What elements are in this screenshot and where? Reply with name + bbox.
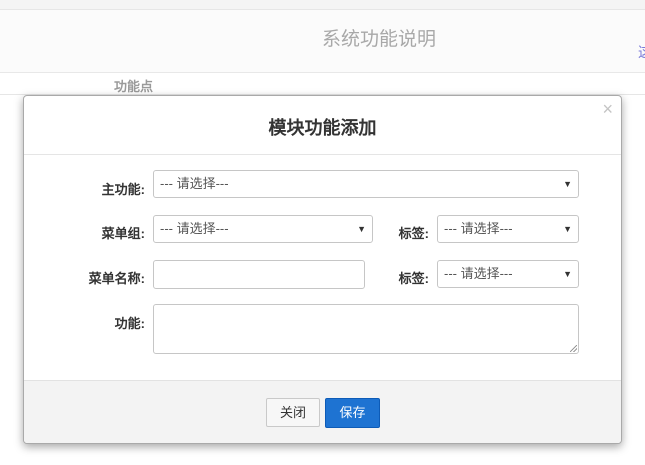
dialog-header: 模块功能添加 × <box>24 96 621 155</box>
tag-label: 标签: <box>398 226 429 241</box>
add-module-function-dialog: 模块功能添加 × 主功能: --- 请选择--- ▼ 菜单组: --- 请选择-… <box>23 95 622 444</box>
tag-select[interactable]: --- 请选择--- ▼ <box>437 215 579 243</box>
page-title: 系统功能说明 <box>322 29 437 50</box>
dialog-title: 模块功能添加 <box>268 118 377 138</box>
menu-group-select[interactable]: --- 请选择--- ▼ <box>153 215 373 243</box>
caret-down-icon: ▼ <box>563 179 572 189</box>
menu-name-label: 菜单名称: <box>88 271 145 286</box>
page-top-strip <box>0 0 645 10</box>
tag-selected-value-2: --- 请选择--- <box>444 266 513 281</box>
dialog-footer: 关闭 保存 <box>24 380 621 443</box>
menu-name-input[interactable] <box>153 260 365 289</box>
menu-group-selected-value: --- 请选择--- <box>160 221 229 236</box>
save-button[interactable]: 保存 <box>325 398 380 428</box>
resize-grip-icon[interactable] <box>570 345 577 352</box>
tag-selected-value: --- 请选择--- <box>444 221 513 236</box>
caret-down-icon: ▼ <box>563 224 572 234</box>
main-function-selected-value: --- 请选择--- <box>160 176 229 191</box>
caret-down-icon: ▼ <box>563 269 572 279</box>
caret-down-icon: ▼ <box>357 224 366 234</box>
table-column-header: 功能点 <box>114 79 154 94</box>
main-function-label: 主功能: <box>101 182 145 197</box>
edge-link[interactable]: 这 <box>638 42 645 62</box>
tag-label-2: 标签: <box>398 271 429 286</box>
main-function-select[interactable]: --- 请选择--- ▼ <box>153 170 579 198</box>
tag-select-2[interactable]: --- 请选择--- ▼ <box>437 260 579 288</box>
close-button[interactable]: 关闭 <box>266 398 320 427</box>
function-textarea[interactable] <box>153 304 579 354</box>
function-label: 功能: <box>114 316 145 331</box>
close-icon[interactable]: × <box>602 99 613 119</box>
menu-group-label: 菜单组: <box>101 226 145 241</box>
